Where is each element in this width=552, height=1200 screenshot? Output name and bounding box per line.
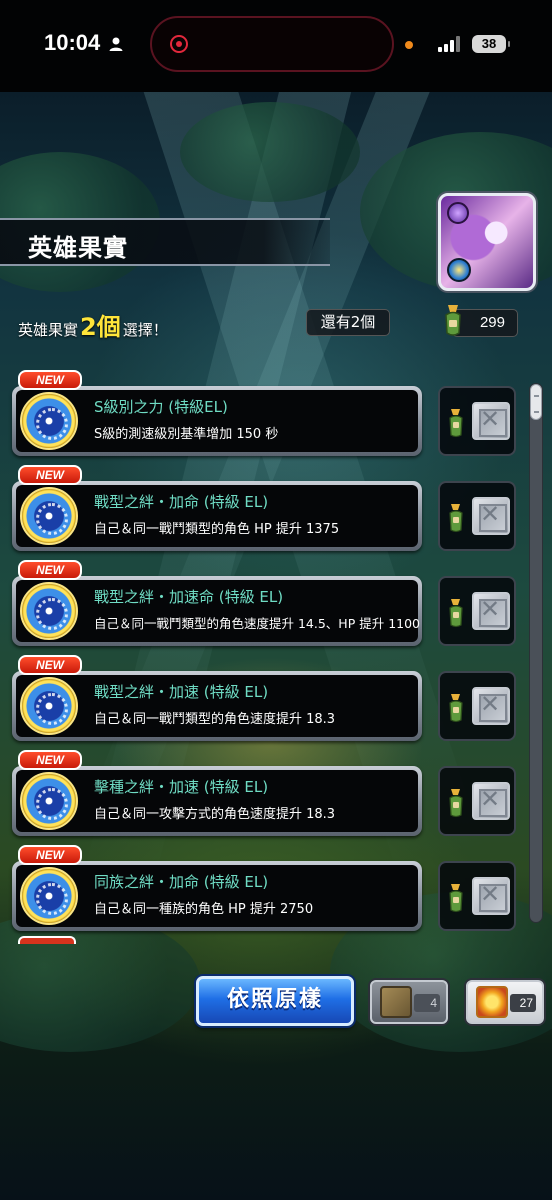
status-bar: 10:04 38 — [0, 0, 552, 92]
fruit-orb-icon — [20, 487, 78, 545]
keep-default-button[interactable]: 依照原樣 — [196, 976, 354, 1026]
selection-count: 2個 — [80, 313, 121, 341]
fruit-title: 擊種之絆・加速 (特級 EL) — [94, 778, 269, 796]
fruit-select-box[interactable] — [438, 576, 516, 646]
fruit-orb-icon — [20, 392, 78, 450]
fruit-select-box[interactable] — [438, 481, 516, 551]
recording-icon — [170, 35, 188, 53]
new-badge: NEW — [18, 845, 82, 865]
list-item[interactable]: NEW 擊種之絆・加速 (特級 EL) 自己＆同一攻擊方式的角色速度提升 18.… — [10, 750, 526, 840]
fruit-card[interactable]: 戰型之絆・加命 (特級 EL) 自己＆同一戰鬥類型的角色 HP 提升 1375 — [12, 481, 422, 551]
list-item[interactable]: NEW 戰型之絆・加速 (特級 EL) 自己＆同一戰鬥類型的角色速度提升 18.… — [10, 655, 526, 745]
fruit-title: S級別之力 (特級EL) — [94, 398, 228, 416]
fruit-orb-icon — [20, 772, 78, 830]
fruit-description: 自己＆同一攻擊方式的角色速度提升 18.3 — [94, 807, 336, 822]
empty-checkbox-icon[interactable] — [472, 877, 510, 915]
fruit-orb-icon — [20, 677, 78, 735]
fruit-select-box[interactable] — [438, 766, 516, 836]
gold-scroll-count: 27 — [510, 994, 536, 1012]
empty-checkbox-icon[interactable] — [472, 687, 510, 725]
status-time: 10:04 — [44, 30, 101, 55]
new-badge: NEW — [18, 465, 82, 485]
dynamic-island — [150, 16, 394, 72]
fruit-description: 自己＆同一戰鬥類型的角色速度提升 18.3 — [94, 712, 336, 727]
fruit-card[interactable]: S級別之力 (特級EL) S級的測速級別基準增加 150 秒 — [12, 386, 422, 456]
fruit-bottle-icon — [449, 694, 463, 723]
list-item[interactable]: NEW 同族之絆・加命 (特級 EL) 自己＆同一種族的角色 HP 提升 275… — [10, 845, 526, 935]
fruit-card[interactable]: 同族之絆・加命 (特級 EL) 自己＆同一種族的角色 HP 提升 2750 — [12, 861, 422, 931]
gold-scroll-icon — [476, 986, 508, 1018]
foliage — [180, 102, 360, 202]
new-badge: NEW — [18, 750, 82, 770]
list-item[interactable]: NEW S級別之力 (特級EL) S級的測速級別基準增加 150 秒 — [10, 370, 526, 460]
fruit-orb-icon — [20, 582, 78, 640]
fruit-select-box[interactable] — [438, 386, 516, 456]
fruit-list[interactable]: NEW S級別之力 (特級EL) S級的測速級別基準增加 150 秒 NEW 戰… — [0, 370, 552, 944]
privacy-indicator-icon — [405, 41, 413, 49]
fruit-bottle-icon — [449, 884, 463, 913]
fruit-bottle-icon — [449, 599, 463, 628]
element-icon — [447, 202, 469, 224]
list-scrollbar[interactable] — [529, 383, 543, 923]
gold-scroll-button[interactable]: 27 — [466, 980, 544, 1024]
empty-checkbox-icon[interactable] — [472, 497, 510, 535]
rank-icon — [447, 258, 471, 282]
person-icon — [109, 37, 123, 51]
new-badge-partial — [18, 936, 76, 944]
instruction-suffix: 選擇！ — [122, 321, 168, 339]
new-badge: NEW — [18, 560, 82, 580]
gray-scroll-button[interactable]: 4 — [370, 980, 448, 1024]
scrollbar-thumb[interactable] — [530, 384, 542, 420]
instruction-prefix: 英雄果實 — [18, 321, 79, 339]
empty-checkbox-icon[interactable] — [472, 402, 510, 440]
list-item[interactable]: NEW 戰型之絆・加速命 (特級 EL) 自己＆同一戰鬥類型的角色速度提升 14… — [10, 560, 526, 650]
fruit-title: 戰型之絆・加速命 (特級 EL) — [94, 588, 284, 606]
page-title: 英雄果實 — [28, 234, 128, 262]
new-badge: NEW — [18, 370, 82, 390]
fruit-bottle-icon — [449, 409, 463, 438]
list-item[interactable]: NEW 戰型之絆・加命 (特級 EL) 自己＆同一戰鬥類型的角色 HP 提升 1… — [10, 465, 526, 555]
scroll-icon — [380, 986, 412, 1018]
fruit-bottle-icon — [445, 305, 461, 336]
fruit-title: 戰型之絆・加速 (特級 EL) — [94, 683, 269, 701]
battery-icon: 38 — [472, 35, 510, 53]
fruit-card[interactable]: 戰型之絆・加速命 (特級 EL) 自己＆同一戰鬥類型的角色速度提升 14.5、H… — [12, 576, 422, 646]
fruit-description: 自己＆同一種族的角色 HP 提升 2750 — [94, 902, 314, 917]
fruit-title: 戰型之絆・加命 (特級 EL) — [94, 493, 269, 511]
empty-checkbox-icon[interactable] — [472, 782, 510, 820]
fruit-bottle-icon — [449, 504, 463, 533]
fruit-select-box[interactable] — [438, 671, 516, 741]
signal-icon — [438, 36, 460, 52]
empty-checkbox-icon[interactable] — [472, 592, 510, 630]
fruit-description: 自己＆同一戰鬥類型的角色 HP 提升 1375 — [94, 522, 340, 537]
fruit-card[interactable]: 戰型之絆・加速 (特級 EL) 自己＆同一戰鬥類型的角色速度提升 18.3 — [12, 671, 422, 741]
character-avatar[interactable] — [438, 193, 536, 291]
fruit-description: 自己＆同一戰鬥類型的角色速度提升 14.5、HP 提升 1100 — [94, 616, 421, 631]
new-badge: NEW — [18, 655, 82, 675]
fruit-description: S級的測速級別基準增加 150 秒 — [94, 427, 279, 442]
gray-scroll-count: 4 — [414, 994, 440, 1012]
page-title-bar: 英雄果實 — [0, 218, 330, 266]
fruit-title: 同族之絆・加命 (特級 EL) — [94, 873, 269, 891]
fruit-bottle-icon — [449, 789, 463, 818]
fruit-orb-icon — [20, 867, 78, 925]
remaining-badge: 還有2個 — [306, 309, 390, 336]
fruit-select-box[interactable] — [438, 861, 516, 931]
selection-instruction: 英雄果實 2個 選擇！ — [18, 307, 168, 342]
fruit-card[interactable]: 擊種之絆・加速 (特級 EL) 自己＆同一攻擊方式的角色速度提升 18.3 — [12, 766, 422, 836]
